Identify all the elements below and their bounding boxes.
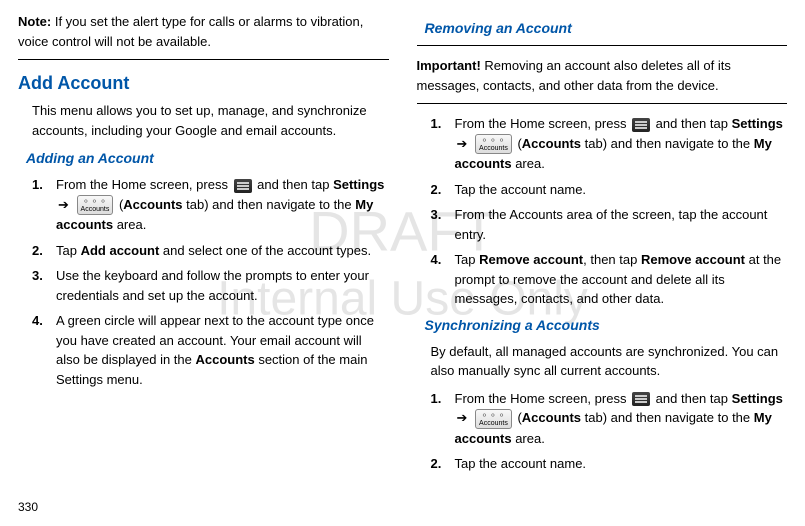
divider: [417, 45, 788, 46]
accounts-tab: Accounts: [123, 197, 182, 212]
step-number: 3.: [32, 266, 43, 286]
step-text: (: [514, 410, 522, 425]
settings-label: Settings: [732, 391, 783, 406]
step-number: 2.: [32, 241, 43, 261]
add-step-4: 4. A green circle will appear next to th…: [32, 311, 389, 389]
page-number: 330: [18, 498, 38, 516]
remove-account-label: Remove account: [641, 252, 745, 267]
remove-account-label: Remove account: [479, 252, 583, 267]
add-step-2: 2. Tap Add account and select one of the…: [32, 241, 389, 261]
step-text: From the Accounts area of the screen, ta…: [455, 207, 768, 242]
step-text: area.: [113, 217, 146, 232]
step-number: 1.: [32, 175, 43, 195]
settings-label: Settings: [732, 116, 783, 131]
step-number: 4.: [32, 311, 43, 331]
step-text: Tap the account name.: [455, 182, 587, 197]
step-number: 2.: [431, 454, 442, 474]
step-text: and then tap: [254, 177, 334, 192]
note-text: If you set the alert type for calls or a…: [18, 14, 363, 49]
step-text: Tap the account name.: [455, 456, 587, 471]
subheading-sync: Synchronizing a Accounts: [425, 315, 788, 336]
step-number: 2.: [431, 180, 442, 200]
accounts-icon: ⚬⚬⚬Accounts: [77, 195, 114, 215]
step-text: and select one of the account types.: [159, 243, 371, 258]
accounts-tab: Accounts: [522, 410, 581, 425]
step-text: tab) and then navigate to the: [581, 410, 754, 425]
step-text: Tap: [455, 252, 480, 267]
step-text: (: [514, 136, 522, 151]
step-text: From the Home screen, press: [455, 116, 631, 131]
divider: [417, 103, 788, 104]
step-text: area.: [512, 156, 545, 171]
add-step-3: 3. Use the keyboard and follow the promp…: [32, 266, 389, 305]
rem-step-4: 4. Tap Remove account, then tap Remove a…: [431, 250, 788, 309]
removing-steps: 1. From the Home screen, press and then …: [431, 114, 788, 309]
rem-step-3: 3. From the Accounts area of the screen,…: [431, 205, 788, 244]
accounts-icon: ⚬⚬⚬Accounts: [475, 409, 512, 429]
step-text: and then tap: [652, 116, 732, 131]
sync-intro: By default, all managed accounts are syn…: [431, 342, 788, 381]
sync-steps: 1. From the Home screen, press and then …: [431, 389, 788, 474]
accounts-tab: Accounts: [522, 136, 581, 151]
sync-step-1: 1. From the Home screen, press and then …: [431, 389, 788, 449]
accounts-section: Accounts: [195, 352, 254, 367]
note-label: Note:: [18, 14, 51, 29]
subheading-removing: Removing an Account: [425, 18, 788, 39]
step-text: tab) and then navigate to the: [581, 136, 754, 151]
add-account-label: Add account: [81, 243, 160, 258]
step-text: From the Home screen, press: [455, 391, 631, 406]
adding-steps: 1. From the Home screen, press and then …: [32, 175, 389, 389]
arrow-icon: ➔: [58, 197, 69, 212]
step-number: 1.: [431, 114, 442, 134]
rem-step-2: 2. Tap the account name.: [431, 180, 788, 200]
settings-label: Settings: [333, 177, 384, 192]
step-text: tab) and then navigate to the: [183, 197, 356, 212]
add-step-1: 1. From the Home screen, press and then …: [32, 175, 389, 235]
rem-step-1: 1. From the Home screen, press and then …: [431, 114, 788, 174]
menu-icon: [234, 179, 252, 193]
step-text: Use the keyboard and follow the prompts …: [56, 268, 369, 303]
accounts-icon: ⚬⚬⚬Accounts: [475, 134, 512, 154]
step-number: 3.: [431, 205, 442, 225]
menu-icon: [632, 392, 650, 406]
menu-icon: [632, 118, 650, 132]
important-label: Important!: [417, 58, 481, 73]
step-text: From the Home screen, press: [56, 177, 232, 192]
step-text: Tap: [56, 243, 81, 258]
subheading-adding: Adding an Account: [26, 148, 389, 169]
step-number: 1.: [431, 389, 442, 409]
divider: [18, 59, 389, 60]
important-block: Important! Removing an account also dele…: [417, 56, 788, 95]
arrow-icon: ➔: [457, 410, 468, 425]
note-block: Note: If you set the alert type for call…: [18, 12, 389, 51]
arrow-icon: ➔: [457, 136, 468, 151]
step-text: area.: [512, 431, 545, 446]
sync-step-2: 2. Tap the account name.: [431, 454, 788, 474]
heading-add-account: Add Account: [18, 70, 389, 97]
step-text: and then tap: [652, 391, 732, 406]
page-content: Note: If you set the alert type for call…: [18, 12, 787, 492]
intro-text: This menu allows you to set up, manage, …: [32, 101, 389, 140]
step-number: 4.: [431, 250, 442, 270]
step-text: , then tap: [583, 252, 641, 267]
